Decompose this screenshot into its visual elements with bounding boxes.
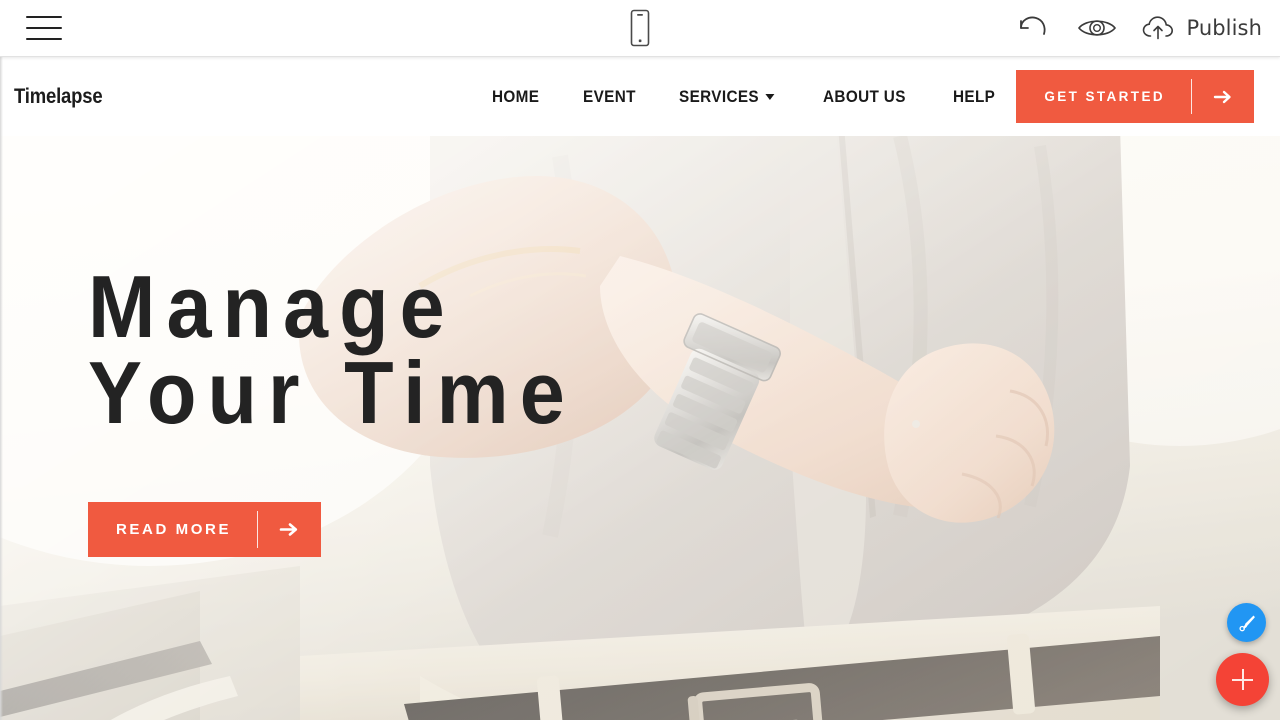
hero-title: Manage Your Time [88,257,576,443]
nav-item-event[interactable]: EVENT [583,87,642,107]
read-more-button[interactable]: READ MORE [88,502,322,558]
publish-label: Publish [1186,15,1262,40]
plus-icon [1232,669,1253,690]
nav-link-event[interactable]: EVENT [583,87,636,107]
site-nav-menu: HOME EVENT SERVICES ABOUT US HELP FAQ [492,87,1074,107]
editor-window: Publish Timelapse HOME EVENT SERVICES AB… [0,0,1280,720]
eye-preview-icon[interactable] [1075,13,1119,43]
nav-item-services[interactable]: SERVICES [679,87,785,107]
arrow-right-icon [1192,70,1254,123]
nav-item-home[interactable]: HOME [492,87,545,107]
undo-arrow-icon[interactable] [1013,11,1053,45]
nav-link-services[interactable]: SERVICES [679,86,775,107]
read-more-label: READ MORE [116,521,232,539]
get-started-button[interactable]: GET STARTED [1016,70,1254,123]
hero-content: Manage Your Time READ MORE [88,257,618,558]
nav-link-about-us[interactable]: ABOUT US [823,87,906,107]
site-navbar: Timelapse HOME EVENT SERVICES ABOUT US H… [0,57,1280,136]
hamburger-line [26,16,62,18]
editor-actions: Publish [1013,11,1262,45]
hamburger-line [26,27,62,29]
hero-section: Manage Your Time READ MORE [0,136,1280,720]
nav-link-help[interactable]: HELP [953,87,995,107]
paintbrush-icon [1236,612,1258,634]
nav-link-home[interactable]: HOME [492,87,539,107]
get-started-label: GET STARTED [1044,89,1165,104]
hamburger-menu-icon[interactable] [26,16,62,40]
style-fab-button[interactable] [1227,603,1266,642]
hamburger-line [26,38,62,40]
add-block-fab-button[interactable] [1216,653,1269,706]
arrow-right-icon [258,502,321,557]
nav-item-about-us[interactable]: ABOUT US [823,87,915,107]
chevron-down-icon[interactable] [765,93,775,100]
site-brand[interactable]: Timelapse [14,85,103,109]
cloud-upload-icon [1141,14,1177,42]
nav-item-help[interactable]: HELP [953,87,1000,107]
editor-toolbar: Publish [0,0,1280,57]
nav-link-services-label: SERVICES [679,86,760,106]
publish-button[interactable]: Publish [1141,14,1262,42]
site-preview: Timelapse HOME EVENT SERVICES ABOUT US H… [0,57,1280,720]
mobile-device-icon[interactable] [627,8,653,48]
